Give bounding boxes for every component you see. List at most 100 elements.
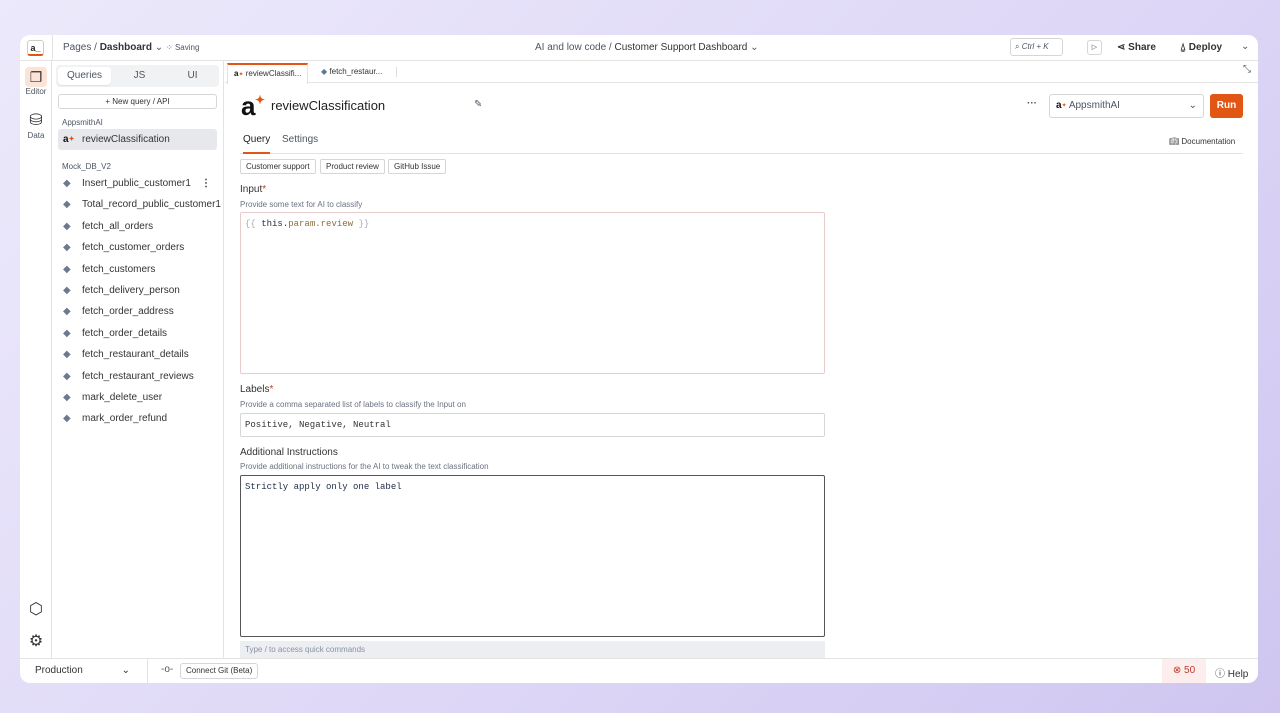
tab-queries[interactable]: Queries (58, 67, 111, 85)
deploy-button[interactable]: ⍙ Deploy (1180, 42, 1222, 53)
tab-query[interactable]: Query (243, 134, 271, 154)
list-item[interactable]: ◆ fetch_delivery_person (58, 280, 217, 301)
app-title[interactable]: AI and low code / Customer Support Dashb… (535, 42, 759, 53)
search-button[interactable]: ⌕ Ctrl + K (1010, 38, 1063, 56)
plus-icon: + (105, 97, 111, 106)
template-product-review[interactable]: Product review (320, 159, 385, 174)
list-item[interactable]: ◆ fetch_order_address (58, 301, 217, 322)
appsmith-ai-icon: a✦ (63, 134, 75, 145)
list-item[interactable]: ◆ Insert_public_customer1 ⋮ (58, 173, 217, 194)
edit-pencil-icon[interactable]: ✎ (474, 99, 482, 110)
list-item[interactable]: ◆ mark_delete_user (58, 387, 217, 408)
run-button[interactable]: Run (1210, 94, 1243, 118)
share-button[interactable]: ⋖ Share (1117, 42, 1156, 53)
settings-gear-icon[interactable]: ⚙ (20, 631, 52, 651)
deploy-menu-chevron-icon[interactable]: ⌄ (1241, 41, 1249, 52)
tab-settings[interactable]: Settings (282, 134, 318, 154)
binding-open: {{ (245, 219, 256, 229)
list-item[interactable]: ◆ Total_record_public_customer1 (58, 194, 221, 215)
search-icon: ⌕ (1015, 42, 1020, 51)
chevron-down-icon: ⌄ (750, 42, 759, 53)
item-label: fetch_order_details (82, 327, 168, 339)
chevron-down-icon: ⌄ (154, 42, 164, 53)
error-count-button[interactable]: ⊗ 50 (1162, 659, 1206, 683)
instructions-editor[interactable]: Strictly apply only one label (240, 475, 825, 637)
group-label: Mock_DB_V2 (62, 162, 111, 171)
appsmith-ai-logo-icon: a ✦ (241, 91, 266, 121)
search-shortcut: Ctrl + K (1021, 42, 1049, 51)
pages-prefix: Pages / (63, 42, 97, 53)
new-query-button[interactable]: + New query / API (58, 94, 217, 109)
list-item[interactable]: ◆ fetch_customers (58, 259, 217, 280)
list-item[interactable]: ◆ mark_order_refund (58, 408, 217, 429)
collapse-icon[interactable]: ⤡ (1243, 64, 1251, 75)
rocket-icon: ⍙ (1180, 42, 1186, 53)
list-item[interactable]: ◆ fetch_order_details (58, 323, 217, 344)
file-tab-fetch-restaurant[interactable]: ◆ fetch_restaur... (315, 63, 388, 83)
quick-commands-hint: Type / to access quick commands (240, 641, 825, 658)
list-item[interactable]: a✦ reviewClassification (58, 129, 217, 150)
item-label: fetch_delivery_person (82, 285, 180, 296)
postgres-icon: ◆ (63, 413, 71, 425)
item-label: Insert_public_customer1 (82, 178, 191, 189)
query-name[interactable]: reviewClassification (271, 98, 385, 113)
book-icon: 📖︎ (1169, 137, 1180, 146)
binding-expr: this. (261, 219, 289, 229)
help-button[interactable]: ⓘ Help (1215, 665, 1248, 680)
saving-text: Saving (174, 43, 200, 52)
list-item[interactable]: ◆ fetch_all_orders (58, 216, 217, 237)
postgres-icon: ◆ (63, 285, 71, 296)
saving-status: ⁘ Saving (166, 43, 199, 52)
item-label: fetch_customer_orders (82, 242, 185, 254)
binding-close: }} (358, 219, 370, 229)
query-editor: a✦ reviewClassifi... ◆ fetch_restaur... … (225, 61, 1258, 658)
postgres-icon: ◆ (321, 67, 328, 76)
item-label: mark_order_refund (82, 413, 168, 425)
preview-button[interactable]: ▷ (1087, 40, 1102, 55)
list-item[interactable]: ◆ fetch_restaurant_details (58, 344, 217, 365)
labels-label: Labels* (240, 384, 274, 395)
page-selector[interactable]: Pages / Dashboard ⌄ (63, 42, 163, 53)
template-customer-support[interactable]: Customer support (240, 159, 316, 174)
packages-cube-icon[interactable]: ⬡ (20, 599, 52, 619)
group-label: AppsmithAI (62, 118, 103, 127)
more-options-icon[interactable]: ··· (1027, 98, 1037, 109)
page-name: Dashboard (99, 42, 152, 53)
environment-label: Production (35, 665, 83, 676)
more-options-icon[interactable]: ⋮ (201, 173, 211, 194)
list-item[interactable]: ◆ fetch_restaurant_reviews (58, 366, 217, 387)
error-icon: ⊗ (1172, 665, 1182, 676)
item-label: reviewClassification (82, 134, 170, 145)
list-item[interactable]: ◆ fetch_customer_orders (58, 237, 217, 258)
left-rail: ❐ Editor ⛁ Data ⬡ ⚙ (20, 61, 52, 658)
file-tab-label: reviewClassifi... (245, 69, 302, 78)
documentation-link[interactable]: 📖︎ Documentation (1169, 137, 1235, 146)
app-logo[interactable]: a_ (27, 40, 44, 56)
tab-ui[interactable]: UI (166, 65, 219, 87)
postgres-icon: ◆ (63, 199, 71, 211)
postgres-icon: ◆ (63, 349, 71, 361)
file-tab-reviewclassification[interactable]: a✦ reviewClassifi... (227, 63, 309, 84)
new-query-label: New query / API (112, 97, 170, 106)
deploy-label: Deploy (1188, 42, 1223, 53)
help-label: Help (1227, 669, 1249, 680)
connect-git-button[interactable]: Connect Git (Beta) (180, 663, 259, 679)
item-label: fetch_all_orders (82, 220, 154, 232)
editor-nav[interactable]: ❐ Editor (20, 67, 52, 96)
tab-js[interactable]: JS (113, 65, 166, 87)
item-label: fetch_customers (82, 263, 156, 275)
environment-select[interactable]: Production ⌄ (35, 665, 130, 676)
file-tabs: a✦ reviewClassifi... ◆ fetch_restaur... … (225, 61, 1258, 84)
datasource-select[interactable]: a✦ AppsmithAI ⌄ (1049, 94, 1204, 118)
labels-input[interactable]: Positive, Negative, Neutral (240, 413, 825, 437)
item-label: fetch_restaurant_details (82, 349, 189, 361)
input-help: Provide some text for AI to classify (240, 200, 363, 209)
postgres-icon: ◆ (63, 370, 71, 382)
item-label: Total_record_public_customer1 (82, 199, 221, 211)
input-editor[interactable]: {{ this.param.review }} (240, 212, 825, 374)
postgres-icon: ◆ (63, 220, 71, 232)
git-commit-icon: -o- (161, 664, 174, 675)
template-github-issue[interactable]: GitHub Issue (388, 159, 447, 174)
data-nav[interactable]: ⛁ Data (20, 111, 52, 140)
documentation-label: Documentation (1181, 137, 1236, 146)
